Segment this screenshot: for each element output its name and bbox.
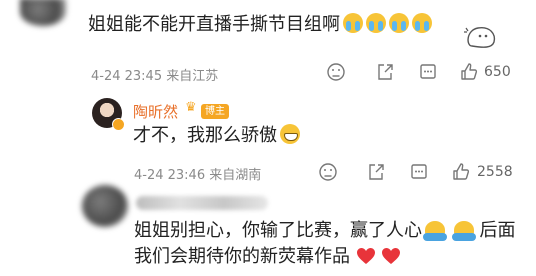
- share-icon[interactable]: [375, 62, 395, 82]
- comment-text: 姐姐能不能开直播手撕节目组啊: [88, 12, 432, 38]
- hugging-emoji-icon: [451, 221, 476, 241]
- ghost-sticker-icon: [464, 27, 496, 48]
- dislike-icon[interactable]: [326, 62, 346, 82]
- comment-icon[interactable]: [409, 162, 429, 182]
- heart-icon: [382, 248, 401, 264]
- comment-icon[interactable]: [418, 62, 438, 82]
- like-icon[interactable]: [459, 62, 479, 82]
- hugging-emoji-icon: [423, 221, 447, 241]
- comment-text: 姐姐别担心，你输了比赛，赢了人心 后面: [134, 220, 516, 241]
- reply-text: 才不，我那么骄傲: [133, 123, 300, 149]
- like-icon[interactable]: [451, 162, 471, 182]
- crying-emoji-icon: [389, 13, 409, 33]
- like-count: 2558: [477, 164, 513, 180]
- commenter-name[interactable]: [136, 196, 268, 210]
- crying-emoji-icon: [366, 13, 386, 33]
- blogger-badge: 博主: [201, 104, 229, 119]
- commenter-avatar[interactable]: [82, 185, 128, 227]
- dislike-icon[interactable]: [318, 162, 338, 182]
- crown-icon: ♛: [185, 100, 197, 115]
- reply-meta: 4-24 23:46 来自湖南: [134, 168, 262, 183]
- share-icon[interactable]: [366, 162, 386, 182]
- like-count: 650: [484, 64, 511, 80]
- crying-emoji-icon: [412, 13, 432, 33]
- author-name[interactable]: 陶昕然: [133, 101, 178, 122]
- comment-meta: 4-24 23:45 来自江苏: [91, 69, 219, 84]
- crying-emoji-icon: [343, 13, 363, 33]
- verified-badge-icon: [112, 118, 125, 131]
- comment-text-line2: 我们会期待你的新荧幕作品: [134, 244, 401, 270]
- grinning-emoji-icon: [280, 124, 300, 144]
- heart-icon: [356, 248, 375, 264]
- commenter-avatar[interactable]: [20, 0, 66, 26]
